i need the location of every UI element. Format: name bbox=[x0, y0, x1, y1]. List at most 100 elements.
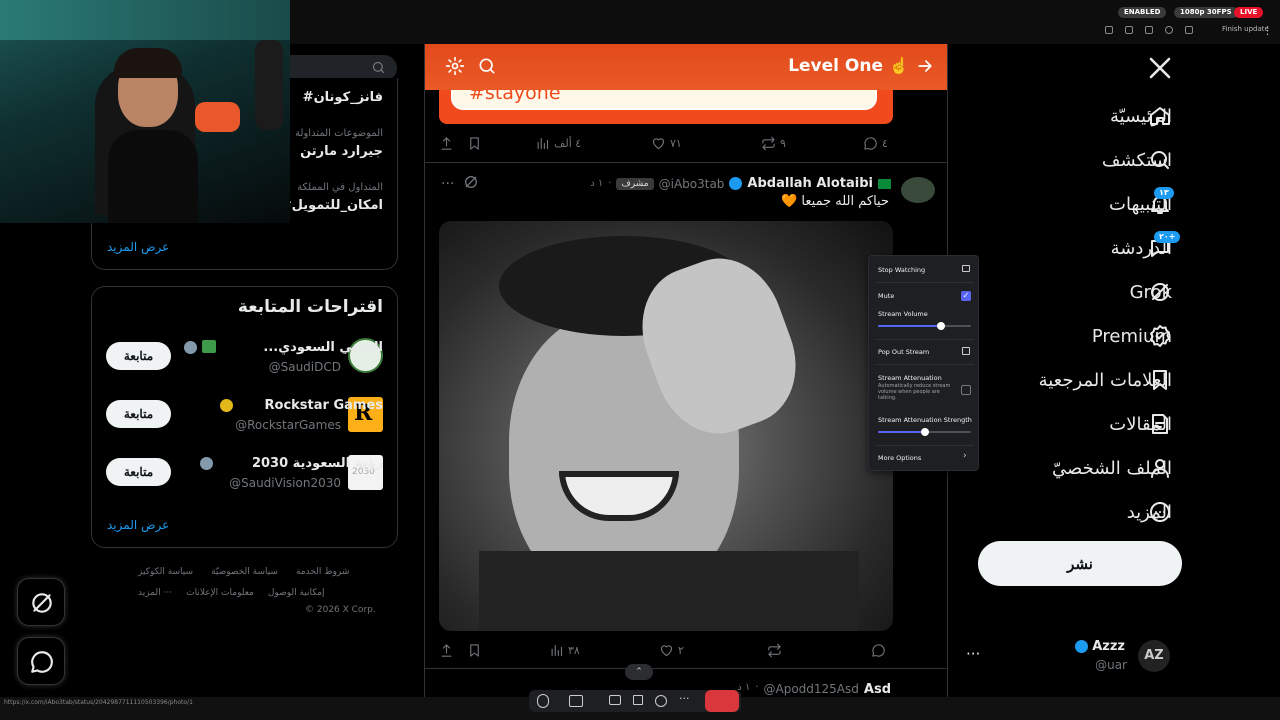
post-handle[interactable]: @iAbo3tab bbox=[659, 177, 725, 191]
more-options-icon[interactable]: ··· bbox=[679, 692, 690, 705]
voice-call-controls: ··· bbox=[529, 690, 741, 712]
chair-accent bbox=[195, 102, 240, 132]
messages-fab[interactable] bbox=[17, 637, 65, 685]
ads-info-link[interactable]: معلومات الإعلانات bbox=[186, 588, 254, 598]
search-icon[interactable] bbox=[477, 56, 497, 76]
verified-icon bbox=[1150, 325, 1170, 347]
share-action[interactable] bbox=[439, 643, 454, 658]
webcam-overlay bbox=[0, 0, 290, 223]
repost-action[interactable]: ٩ bbox=[761, 136, 786, 151]
heart-icon bbox=[652, 138, 665, 150]
follow-button[interactable]: متابعة bbox=[106, 458, 171, 486]
stream-context-menu: Stop Watching Mute ✓ Stream Volume Pop O… bbox=[868, 255, 979, 471]
soundboard-icon[interactable] bbox=[655, 695, 667, 707]
reply-icon bbox=[864, 137, 877, 150]
account-more-icon[interactable]: ··· bbox=[966, 645, 980, 663]
footer-links-row1: شروط الخدمة سياسة الخصوصيّة سياسة الكوكي… bbox=[138, 567, 383, 577]
grok-icon bbox=[1151, 283, 1169, 301]
attenuation-checkbox[interactable] bbox=[961, 385, 971, 395]
stream-volume-slider[interactable] bbox=[878, 322, 971, 330]
accessibility-link[interactable]: إمكانية الوصول bbox=[268, 588, 325, 598]
screen-share-icon[interactable] bbox=[609, 695, 621, 705]
grok-fab[interactable] bbox=[17, 578, 65, 626]
chat-bubble-icon bbox=[31, 651, 53, 673]
account-avatar[interactable]: AZ bbox=[1138, 640, 1170, 672]
follow-button[interactable]: متابعة bbox=[106, 400, 171, 428]
live-pill: LIVE bbox=[1234, 7, 1264, 18]
camera-off-icon[interactable] bbox=[569, 695, 583, 707]
reply-action[interactable] bbox=[871, 643, 886, 658]
post-avatar[interactable] bbox=[901, 177, 935, 203]
repost-icon bbox=[762, 136, 775, 151]
like-action[interactable]: ٢ bbox=[659, 643, 684, 658]
kebab-menu-icon[interactable]: ⋮ bbox=[1262, 24, 1273, 37]
bookmark-icon bbox=[470, 644, 479, 657]
trend-tag[interactable]: #فانز_كونان bbox=[303, 90, 383, 105]
post-time[interactable]: ١ د bbox=[590, 178, 603, 189]
attenuation-strength-slider[interactable] bbox=[878, 428, 971, 436]
streamer-shirt bbox=[108, 130, 198, 223]
post-author[interactable]: Abdallah Alotaibi bbox=[747, 176, 873, 191]
terms-link[interactable]: شروط الخدمة bbox=[296, 567, 349, 577]
views-chart-icon bbox=[537, 137, 549, 150]
repost-action[interactable] bbox=[767, 643, 782, 658]
post-header: ١ د · @Apodd125Asd Asd bbox=[737, 682, 891, 697]
bookmark-action[interactable] bbox=[467, 643, 482, 658]
share-icon bbox=[441, 644, 452, 657]
reply-action[interactable]: ٤ bbox=[863, 136, 888, 151]
post-video[interactable] bbox=[439, 221, 893, 631]
mute-checkbox[interactable]: ✓ bbox=[961, 291, 971, 301]
suggestion-name[interactable]: رؤية السعودية 2030 bbox=[252, 456, 383, 471]
footer-more-link[interactable]: ··· المزيد bbox=[138, 588, 172, 598]
stream-title: Level One bbox=[788, 56, 883, 76]
privacy-link[interactable]: سياسة الخصوصيّة bbox=[211, 567, 278, 577]
post-button[interactable]: نشر bbox=[978, 541, 1182, 586]
attenuation-label[interactable]: Stream Attenuation bbox=[878, 374, 942, 382]
arrow-right-icon[interactable] bbox=[915, 56, 935, 76]
pop-out-item[interactable]: Pop Out Stream bbox=[878, 348, 929, 356]
trend-context: المتداول في المملكة bbox=[297, 182, 383, 193]
more-options-item[interactable]: More Options bbox=[878, 454, 921, 462]
cookies-link[interactable]: سياسة الكوكيز bbox=[138, 567, 193, 577]
footer-links-row2: إمكانية الوصول معلومات الإعلانات ··· الم… bbox=[138, 588, 383, 598]
quality-pill: 1080p 30FPS bbox=[1174, 7, 1238, 18]
suggestion-handle: @SaudiVision2030 bbox=[229, 476, 341, 490]
microphone-icon[interactable] bbox=[537, 694, 549, 708]
suggestion-name[interactable]: ...المدني السعودي bbox=[263, 340, 383, 355]
gold-verified-icon bbox=[220, 399, 233, 412]
disconnect-button[interactable] bbox=[705, 690, 739, 712]
like-action[interactable]: ٧١ bbox=[651, 136, 682, 151]
screen-icon bbox=[962, 265, 970, 272]
video-suit bbox=[479, 551, 859, 631]
mute-item[interactable]: Mute bbox=[878, 292, 894, 300]
activities-icon[interactable] bbox=[633, 695, 643, 705]
account-handle: @uar bbox=[1095, 658, 1127, 672]
collapse-call-button[interactable]: ⌃ bbox=[625, 664, 653, 680]
post-header: ١ د · مشرف @iAbo3tab Abdallah Alotaibi bbox=[590, 176, 891, 191]
extension-icons[interactable] bbox=[1105, 26, 1205, 37]
x-logo-icon[interactable] bbox=[1148, 56, 1172, 80]
stop-watching-item[interactable]: Stop Watching bbox=[878, 266, 925, 274]
more-icon bbox=[1150, 502, 1170, 522]
stream-volume-label: Stream Volume bbox=[878, 310, 928, 318]
blue-verified-icon bbox=[729, 177, 743, 190]
views-action[interactable]: ٣٨ bbox=[549, 643, 580, 658]
follow-button[interactable]: متابعة bbox=[106, 342, 171, 370]
settings-gear-icon[interactable] bbox=[445, 56, 465, 76]
post-more-icon[interactable]: ··· bbox=[441, 176, 454, 192]
suggestion-name[interactable]: Rockstar Games bbox=[265, 398, 384, 413]
moderator-badge: مشرف bbox=[616, 177, 654, 190]
bookmark-action[interactable] bbox=[467, 136, 482, 151]
views-action[interactable]: ٤ ألف bbox=[535, 136, 581, 151]
streamer-hair bbox=[114, 48, 182, 78]
share-icon bbox=[441, 137, 452, 150]
trend-tag[interactable]: جيرارد مارتن bbox=[300, 144, 383, 159]
grok-icon[interactable] bbox=[463, 174, 479, 190]
account-name-row[interactable]: Azzz bbox=[1075, 639, 1125, 654]
suggestion-handle: @SaudiDCD bbox=[268, 360, 341, 374]
trend-tag[interactable]: #امكان_للتمويل bbox=[281, 198, 383, 213]
trends-show-more[interactable]: عرض المزيد bbox=[107, 240, 169, 254]
enabled-pill: ENABLED bbox=[1118, 7, 1167, 18]
suggestions-show-more[interactable]: عرض المزيد bbox=[107, 518, 169, 532]
share-action[interactable] bbox=[439, 136, 454, 151]
